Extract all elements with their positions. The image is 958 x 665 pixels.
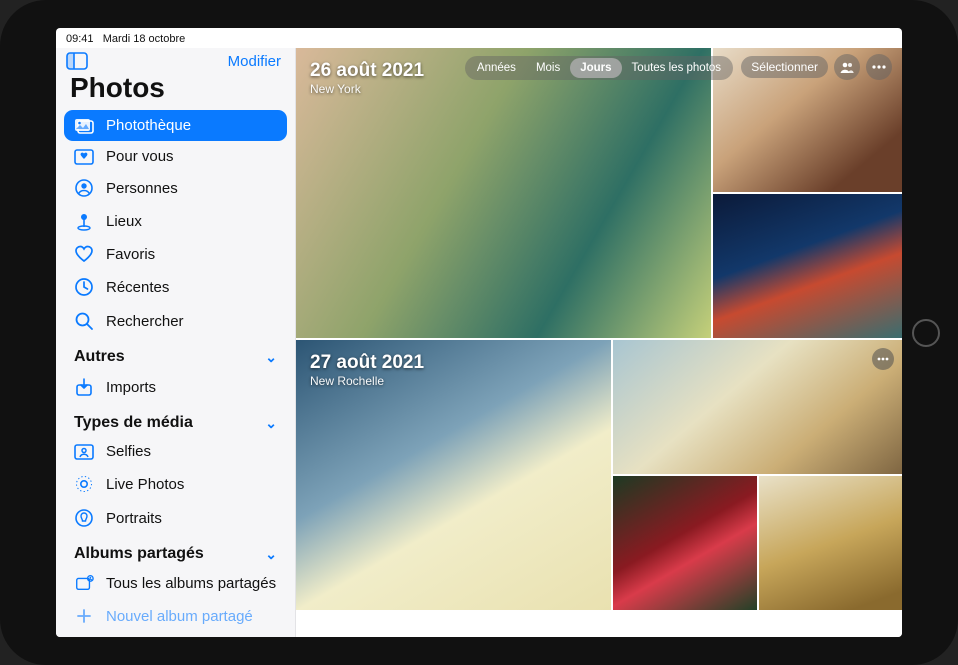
sidebar-item-label: Favoris [106,246,155,263]
sidebar-section-other[interactable]: Autres ⌄ [64,338,287,370]
sidebar-item-label: Imports [106,379,156,396]
chevron-down-icon: ⌄ [265,415,277,432]
sidebar-item-label: Tous les albums partagés [106,575,276,592]
seg-years[interactable]: Années [467,58,526,78]
foryou-icon [74,149,94,165]
screen: 09:41 Mardi 18 octobre 100 % [56,28,902,637]
day-location: New Rochelle [310,374,424,388]
home-button[interactable] [912,319,940,347]
sidebar-title: Photos [56,72,295,110]
plus-icon [74,606,94,626]
sidebar-item-label: Nouvel album partagé [106,608,253,625]
day-more-button[interactable] [872,348,894,370]
chevron-down-icon: ⌄ [265,349,277,366]
library-icon [74,118,94,134]
photo-scroll[interactable]: 26 août 2021 New York 27 août 2021 New [296,48,902,637]
day-date: 26 août 2021 [310,60,424,82]
chevron-down-icon: ⌄ [265,546,277,563]
sidebar-item-new-shared[interactable]: Nouvel album partagé [64,599,287,633]
main-content: Années Mois Jours Toutes les photos Séle… [296,48,902,637]
sidebar-item-label: Portraits [106,510,162,527]
heart-icon [74,245,94,263]
seg-months[interactable]: Mois [526,58,570,78]
people-icon [74,179,94,197]
day-location: New York [310,82,424,96]
edit-button[interactable]: Modifier [228,53,281,70]
sidebar-item-label: Selfies [106,443,151,460]
sidebar-item-livephotos[interactable]: Live Photos [64,467,287,501]
sidebar-item-recents[interactable]: Récentes [64,270,287,304]
photo-thumb[interactable] [613,340,902,474]
search-icon [74,311,94,331]
status-time: 09:41 [66,33,94,45]
day-header[interactable]: 26 août 2021 New York [310,60,424,96]
sidebar-item-library[interactable]: Photothèque [64,110,287,141]
sidebar-item-portraits[interactable]: Portraits [64,501,287,535]
sidebar-item-label: Photothèque [106,117,191,134]
sidebar-item-people[interactable]: Personnes [64,172,287,204]
app: Modifier Photos Photothèque Pour [56,48,902,637]
battery-percent: 100 % [838,31,869,43]
import-icon [74,377,94,397]
sidebar-item-favorites[interactable]: Favoris [64,238,287,270]
top-right-controls: Sélectionner [741,54,892,80]
sidebar-item-selfies[interactable]: Selfies [64,436,287,467]
status-bar: 09:41 Mardi 18 octobre 100 % [56,28,902,48]
section-label: Types de média [74,414,193,432]
clock-icon [74,277,94,297]
sidebar: Modifier Photos Photothèque Pour [56,48,296,637]
ipad-frame: 09:41 Mardi 18 octobre 100 % [0,0,958,665]
sidebar-item-foryou[interactable]: Pour vous [64,141,287,172]
battery-icon [874,33,892,42]
sidebar-header: Modifier [56,48,295,72]
select-button[interactable]: Sélectionner [741,56,828,78]
sidebar-item-all-shared[interactable]: Tous les albums partagés [64,567,287,599]
sidebar-item-label: Pour vous [106,148,174,165]
selfie-icon [74,444,94,460]
wifi-icon [819,32,833,42]
portrait-icon [74,508,94,528]
shared-icon [74,574,94,592]
photo-thumb[interactable] [759,476,902,610]
day-block: 27 août 2021 New Rochelle [296,340,902,610]
sidebar-item-places[interactable]: Lieux [64,204,287,238]
status-left: 09:41 Mardi 18 octobre [66,33,185,45]
sidebar-item-label: Live Photos [106,476,184,493]
more-button[interactable] [866,54,892,80]
sidebar-toggle-icon[interactable] [66,52,88,70]
seg-days[interactable]: Jours [570,58,621,78]
day-header[interactable]: 27 août 2021 New Rochelle [310,352,424,388]
day-date: 27 août 2021 [310,352,424,374]
section-label: Albums partagés [74,545,204,563]
share-people-button[interactable] [834,54,860,80]
section-label: Autres [74,348,125,366]
sidebar-section-media[interactable]: Types de média ⌄ [64,404,287,436]
sidebar-item-label: Personnes [106,180,178,197]
places-icon [74,211,94,231]
sidebar-item-label: Lieux [106,213,142,230]
sidebar-item-label: Récentes [106,279,169,296]
status-date: Mardi 18 octobre [103,33,186,45]
photo-thumb[interactable] [613,476,756,610]
photo-thumb[interactable] [713,194,902,338]
status-right: 100 % [819,31,892,43]
sidebar-item-imports[interactable]: Imports [64,370,287,404]
livephoto-icon [74,474,94,494]
day-block: 26 août 2021 New York [296,48,902,338]
sidebar-section-shared[interactable]: Albums partagés ⌄ [64,535,287,567]
sidebar-list[interactable]: Photothèque Pour vous Personnes [56,110,295,637]
seg-all[interactable]: Toutes les photos [622,58,732,78]
segmented-control[interactable]: Années Mois Jours Toutes les photos [465,56,733,80]
sidebar-item-label: Rechercher [106,313,184,330]
sidebar-item-search[interactable]: Rechercher [64,304,287,338]
